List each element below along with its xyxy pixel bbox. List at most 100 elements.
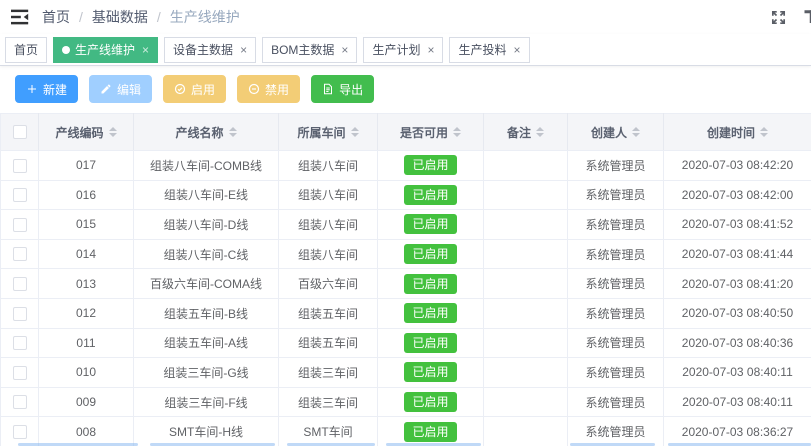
column-label: 备注: [507, 124, 531, 141]
status-badge: 已启用: [404, 392, 456, 412]
cell-name: 百级六车间-COMA线: [134, 269, 279, 299]
column-header[interactable]: 是否可用: [378, 114, 484, 151]
close-icon[interactable]: ×: [513, 44, 520, 56]
tab-home[interactable]: 首页: [5, 37, 47, 63]
sort-caret-icon[interactable]: [632, 123, 640, 141]
export-button[interactable]: 导出: [311, 75, 374, 103]
column-label: 产线名称: [175, 124, 223, 141]
row-checkbox[interactable]: [13, 277, 27, 291]
row-checkbox[interactable]: [13, 336, 27, 350]
sort-caret-icon[interactable]: [760, 123, 768, 141]
column-header[interactable]: 所属车间: [279, 114, 378, 151]
breadcrumb-separator: /: [157, 9, 161, 25]
row-checkbox[interactable]: [13, 307, 27, 321]
table-row[interactable]: 011组装五车间-A线组装五车间已启用系统管理员2020-07-03 08:40…: [1, 328, 811, 358]
breadcrumb-item-home[interactable]: 首页: [42, 7, 70, 27]
sort-caret-icon[interactable]: [453, 123, 461, 141]
table-row[interactable]: 014组装八车间-C线组装八车间已启用系统管理员2020-07-03 08:41…: [1, 239, 811, 269]
table-row[interactable]: 008SMT车间-H线SMT车间已启用系统管理员2020-07-03 08:36…: [1, 417, 811, 446]
disable-button[interactable]: 禁用: [237, 75, 300, 103]
tab-bom[interactable]: BOM主数据 ×: [262, 37, 357, 63]
close-icon[interactable]: ×: [240, 44, 247, 56]
tab-plan[interactable]: 生产计划 ×: [363, 37, 443, 63]
cell-select: [1, 328, 39, 358]
column-header[interactable]: 创建时间: [664, 114, 811, 151]
status-badge: 已启用: [404, 422, 456, 442]
status-badge: 已启用: [404, 185, 456, 205]
table-row[interactable]: 017组装八车间-COMB线组装八车间已启用系统管理员2020-07-03 08…: [1, 151, 811, 181]
cell-creator: 系统管理员: [568, 328, 664, 358]
cell-creator: 系统管理员: [568, 180, 664, 210]
select-all-checkbox[interactable]: [13, 125, 27, 139]
cell-code: 013: [39, 269, 134, 299]
table-row[interactable]: 009组装三车间-F线组装三车间已启用系统管理员2020-07-03 08:40…: [1, 387, 811, 417]
cell-name: 组装八车间-E线: [134, 180, 279, 210]
tab-label: 首页: [14, 41, 38, 58]
sort-caret-icon[interactable]: [351, 123, 359, 141]
close-icon[interactable]: ×: [427, 44, 434, 56]
close-icon[interactable]: ×: [142, 44, 149, 56]
cell-code: 008: [39, 417, 134, 446]
column-header[interactable]: 产线名称: [134, 114, 279, 151]
tab-production-line[interactable]: 生产线维护 ×: [53, 37, 158, 63]
row-checkbox[interactable]: [13, 159, 27, 173]
cell-name: 组装五车间-B线: [134, 298, 279, 328]
cell-status: 已启用: [378, 210, 484, 240]
action-toolbar: 新建 编辑启用 禁用 导出: [15, 75, 811, 103]
sort-caret-icon[interactable]: [536, 123, 544, 141]
cell-select: [1, 151, 39, 181]
column-header[interactable]: 备注: [484, 114, 568, 151]
button-label: 禁用: [265, 81, 289, 98]
sort-caret-icon[interactable]: [109, 123, 117, 141]
cell-creator: 系统管理员: [568, 269, 664, 299]
row-checkbox[interactable]: [13, 395, 27, 409]
cell-code: 016: [39, 180, 134, 210]
breadcrumb-item-basedata[interactable]: 基础数据: [92, 7, 148, 27]
table-row[interactable]: 015组装八车间-D线组装八车间已启用系统管理员2020-07-03 08:41…: [1, 210, 811, 240]
table-body: 017组装八车间-COMB线组装八车间已启用系统管理员2020-07-03 08…: [1, 151, 811, 446]
cell-select: [1, 180, 39, 210]
status-badge: 已启用: [404, 155, 456, 175]
fullscreen-icon[interactable]: [770, 9, 787, 26]
cell-remark: [484, 358, 568, 388]
cell-select: [1, 210, 39, 240]
row-checkbox[interactable]: [13, 366, 27, 380]
cell-code: 010: [39, 358, 134, 388]
header-select-all[interactable]: [1, 114, 39, 151]
create-button[interactable]: 新建: [15, 75, 78, 103]
edit-button[interactable]: 编辑: [89, 75, 152, 103]
cell-select: [1, 269, 39, 299]
sort-caret-icon[interactable]: [229, 123, 237, 141]
row-checkbox[interactable]: [13, 425, 27, 439]
status-badge: 已启用: [404, 303, 456, 323]
cell-select: [1, 358, 39, 388]
column-header[interactable]: 产线编码: [39, 114, 134, 151]
hamburger-icon[interactable]: [10, 7, 30, 27]
close-icon[interactable]: ×: [341, 44, 348, 56]
cell-creator: 系统管理员: [568, 151, 664, 181]
font-size-icon[interactable]: [803, 8, 811, 26]
table-row[interactable]: 012组装五车间-B线组装五车间已启用系统管理员2020-07-03 08:40…: [1, 298, 811, 328]
row-checkbox[interactable]: [13, 188, 27, 202]
row-checkbox[interactable]: [13, 218, 27, 232]
tab-label: BOM主数据: [271, 41, 334, 58]
table-row[interactable]: 016组装八车间-E线组装八车间已启用系统管理员2020-07-03 08:42…: [1, 180, 811, 210]
cell-name: 组装八车间-D线: [134, 210, 279, 240]
plus-icon: [26, 83, 38, 95]
column-header[interactable]: 创建人: [568, 114, 664, 151]
tab-feeding[interactable]: 生产投料 ×: [449, 37, 529, 63]
table-row[interactable]: 010组装三车间-G线组装三车间已启用系统管理员2020-07-03 08:40…: [1, 358, 811, 388]
tab-equipment[interactable]: 设备主数据 ×: [164, 37, 256, 63]
button-label: 新建: [43, 81, 67, 98]
cell-workshop: 组装八车间: [279, 151, 378, 181]
cell-remark: [484, 298, 568, 328]
enable-button[interactable]: 启用: [163, 75, 226, 103]
status-badge: 已启用: [404, 333, 456, 353]
row-checkbox[interactable]: [13, 247, 27, 261]
cell-remark: [484, 151, 568, 181]
cell-code: 015: [39, 210, 134, 240]
cell-workshop: 组装八车间: [279, 239, 378, 269]
table-header: 产线编码 产线名称 所属车间是否可用 备注 创建人创建时间: [1, 114, 811, 151]
table-row[interactable]: 013百级六车间-COMA线百级六车间已启用系统管理员2020-07-03 08…: [1, 269, 811, 299]
cell-name: 组装八车间-C线: [134, 239, 279, 269]
